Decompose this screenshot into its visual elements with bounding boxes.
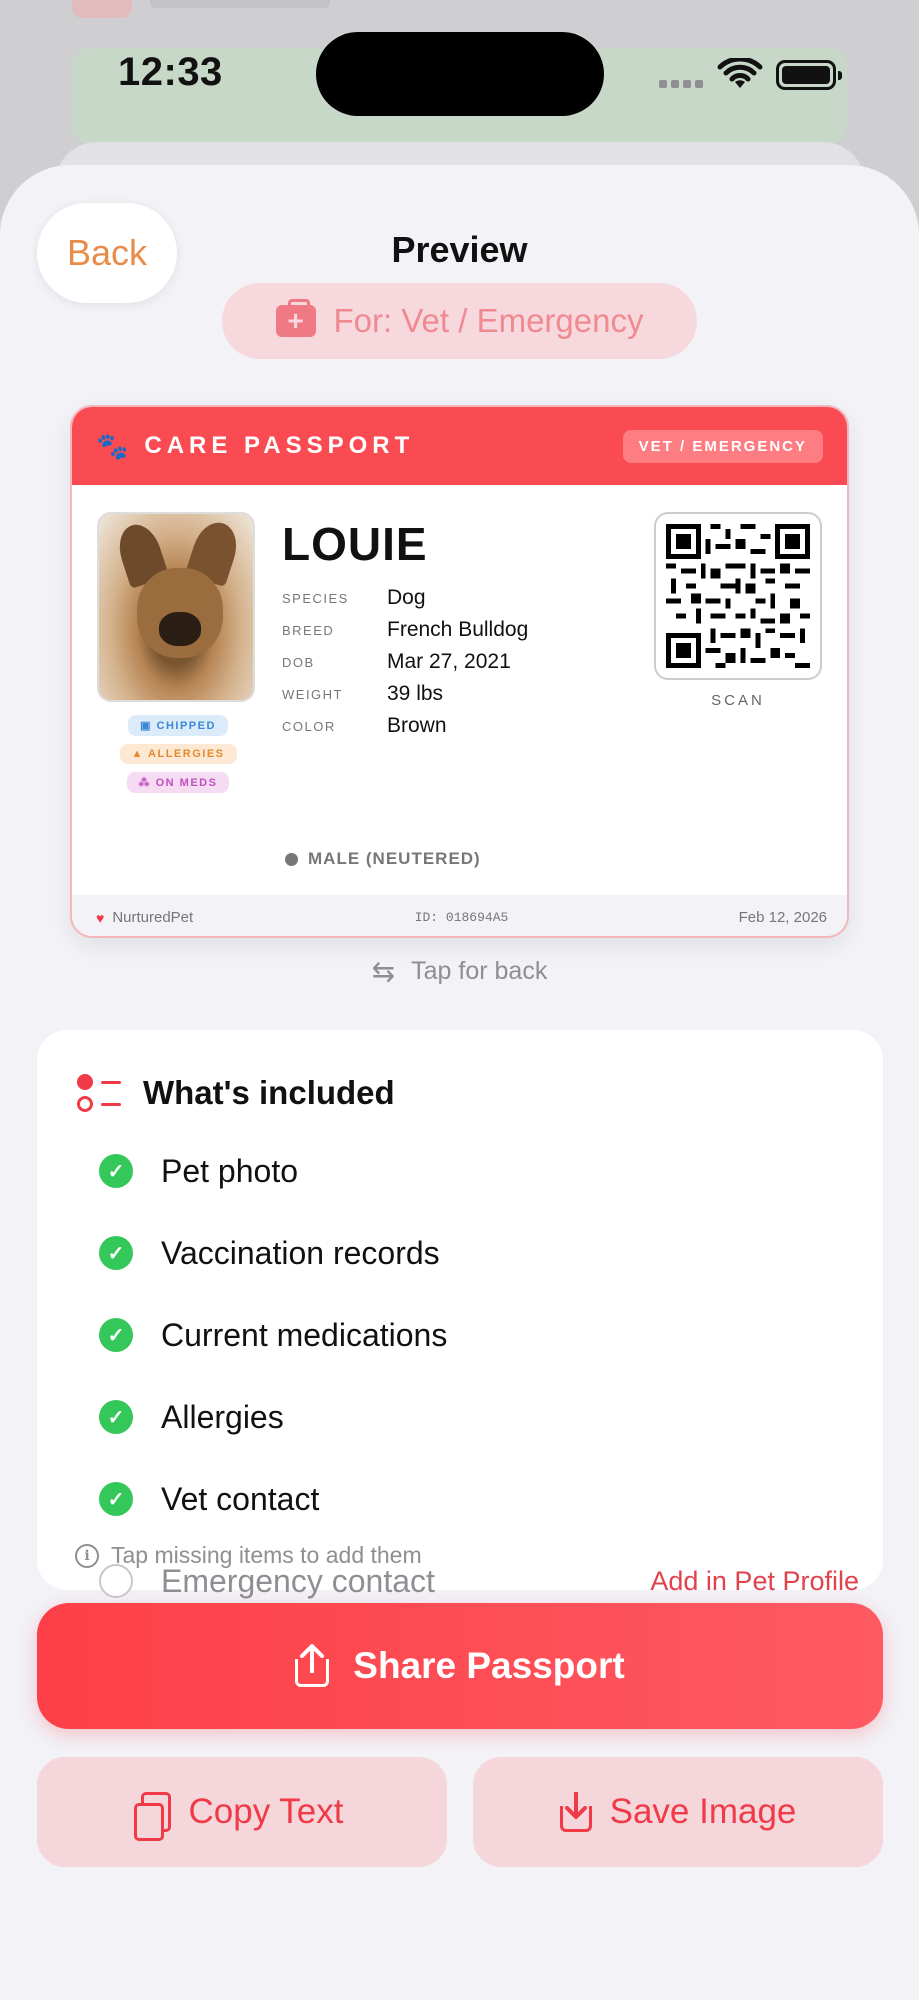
checkmark-icon: ✓ [99,1482,133,1516]
footer-brand: ♥ NurturedPet [96,909,194,926]
scan-label: SCAN [711,692,765,709]
card-title: CARE PASSPORT [144,432,415,459]
checkmark-icon: ✓ [99,1318,133,1352]
wifi-icon [717,58,763,88]
checkmark-icon: ✓ [99,1400,133,1434]
allergies-badge: ▲ ALLERGIES [119,744,237,764]
status-bar: 12:33 [0,0,919,150]
list-item[interactable]: ✓ Pet photo [99,1130,859,1212]
battery-icon [776,60,842,90]
download-icon [559,1792,592,1832]
heart-icon: ♥ [96,909,105,926]
checkmark-icon: ✓ [99,1154,133,1188]
qr-code[interactable] [654,512,822,680]
swap-arrows-icon: ⇆ [371,956,396,987]
first-aid-kit-icon [275,299,316,337]
info-row-breed: BREED French Bulldog [282,618,529,641]
info-icon: i [75,1543,99,1568]
pet-info-list: SPECIES Dog BREED French Bulldog DOB Mar 27… [282,582,528,742]
card-type-badge: VET / EMERGENCY [622,429,823,463]
add-in-profile-link[interactable]: Add in Pet Profile [650,1566,859,1597]
list-item[interactable]: ✓ Vaccination records [99,1212,859,1294]
checklist-icon [77,1072,121,1114]
copy-icon [133,1792,171,1841]
passport-date: Feb 12, 2026 [738,909,827,926]
passport-card[interactable]: 🐾 CARE PASSPORT VET / EMERGENCY ▣ CHIPPE… [70,405,849,938]
list-item[interactable]: ✓ Vet contact [99,1458,859,1540]
pet-sex: MALE (NEUTERED) [285,849,481,869]
copy-text-button[interactable]: Copy Text [37,1757,447,1867]
share-icon [295,1644,330,1687]
info-row-species: SPECIES Dog [282,586,426,609]
copy-label: Copy Text [188,1792,344,1831]
card-footer: ♥ NurturedPet ID: 018694A5 Feb 12, 2026 [72,895,847,936]
meds-badge: ⁂ ON MEDS [126,772,230,793]
included-section: What's included ✓ Pet photo ✓ Vaccinatio… [37,1030,883,1599]
audience-pill[interactable]: For: Vet / Emergency [222,283,697,359]
empty-circle-icon [99,1564,133,1598]
audience-label: For: Vet / Emergency [333,302,644,339]
pet-tags: ▣ CHIPPED ▲ ALLERGIES ⁂ ON MEDS [112,715,244,793]
info-row-color: COLOR Brown [282,714,447,737]
dot-icon [285,852,298,866]
flip-card-button[interactable]: ⇆ Tap for back [0,955,919,988]
pet-photo [97,512,255,702]
cellular-signal-icon [659,80,703,88]
flip-card-label: Tap for back [411,957,548,985]
page-title: Preview [391,229,528,270]
info-row-weight: WEIGHT 39 lbs [282,682,444,705]
list-item[interactable]: ✓ Allergies [99,1376,859,1458]
share-passport-button[interactable]: Share Passport [37,1603,883,1729]
dynamic-island [316,32,604,116]
info-row-dob: DOB Mar 27, 2021 [282,650,511,673]
list-item[interactable]: ✓ Current medications [99,1294,859,1376]
checkmark-icon: ✓ [99,1236,133,1270]
pet-name: LOUIE [282,518,428,570]
status-time: 12:33 [118,50,223,94]
share-label: Share Passport [353,1645,625,1686]
missing-items-hint: i Tap missing items to add them [75,1542,422,1569]
save-label: Save Image [609,1792,797,1831]
card-header: 🐾 CARE PASSPORT VET / EMERGENCY [72,407,847,485]
included-header: What's included [77,1072,395,1114]
chipped-badge: ▣ CHIPPED [128,715,228,736]
paw-icon: 🐾 [96,430,129,461]
save-image-button[interactable]: Save Image [473,1757,883,1867]
qr-code-icon [666,524,810,668]
included-title: What's included [143,1074,395,1111]
